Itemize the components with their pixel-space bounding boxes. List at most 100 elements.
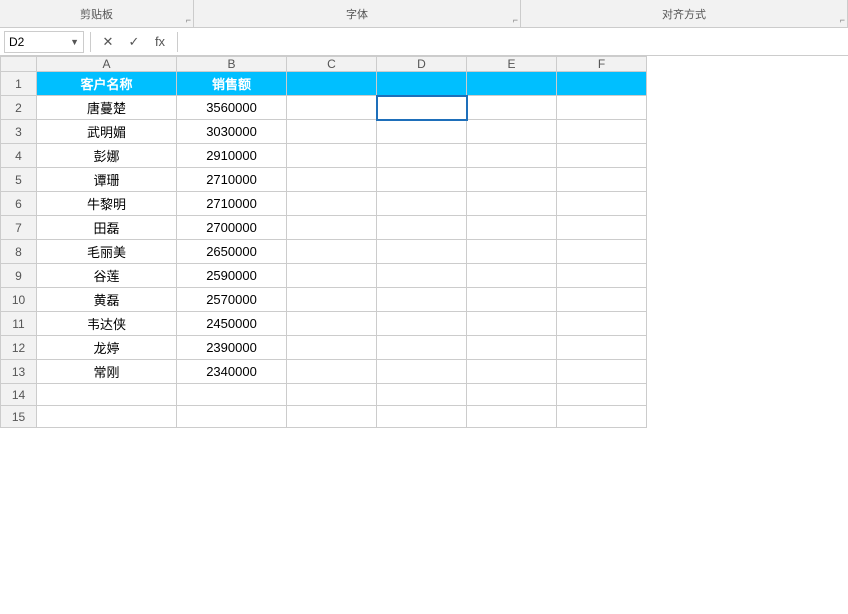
row-header-3[interactable]: 3 [1, 120, 37, 144]
cell-r1-c6[interactable] [557, 72, 647, 96]
cell-r13-c2[interactable]: 2340000 [177, 360, 287, 384]
cell-r8-c1[interactable]: 毛丽美 [37, 240, 177, 264]
row-header-5[interactable]: 5 [1, 168, 37, 192]
cell-r6-c4[interactable] [377, 192, 467, 216]
cell-r4-c4[interactable] [377, 144, 467, 168]
row-header-8[interactable]: 8 [1, 240, 37, 264]
cell-r12-c2[interactable]: 2390000 [177, 336, 287, 360]
cell-r7-c6[interactable] [557, 216, 647, 240]
row-header-4[interactable]: 4 [1, 144, 37, 168]
cell-r5-c3[interactable] [287, 168, 377, 192]
cell-r2-c2[interactable]: 3560000 [177, 96, 287, 120]
cell-r7-c1[interactable]: 田磊 [37, 216, 177, 240]
cell-r11-c6[interactable] [557, 312, 647, 336]
cell-r5-c4[interactable] [377, 168, 467, 192]
cell-r10-c5[interactable] [467, 288, 557, 312]
cell-r1-c5[interactable] [467, 72, 557, 96]
cell-r2-c1[interactable]: 唐蔓楚 [37, 96, 177, 120]
cell-r5-c5[interactable] [467, 168, 557, 192]
cell-r8-c5[interactable] [467, 240, 557, 264]
cell-r9-c2[interactable]: 2590000 [177, 264, 287, 288]
cell-r12-c5[interactable] [467, 336, 557, 360]
cell-r2-c5[interactable] [467, 96, 557, 120]
cell-r1-c1[interactable]: 客户名称 [37, 72, 177, 96]
cell-r3-c6[interactable] [557, 120, 647, 144]
col-header-d[interactable]: D [377, 57, 467, 72]
formula-input[interactable] [184, 31, 844, 53]
cell-r13-c3[interactable] [287, 360, 377, 384]
cell-r10-c3[interactable] [287, 288, 377, 312]
cell-r3-c3[interactable] [287, 120, 377, 144]
col-header-f[interactable]: F [557, 57, 647, 72]
cell-r4-c6[interactable] [557, 144, 647, 168]
cell-r9-c3[interactable] [287, 264, 377, 288]
cell-r13-c6[interactable] [557, 360, 647, 384]
row-header-11[interactable]: 11 [1, 312, 37, 336]
cell-r2-c3[interactable] [287, 96, 377, 120]
formula-confirm-button[interactable]: ✓ [123, 31, 145, 53]
col-header-e[interactable]: E [467, 57, 557, 72]
cell-r9-c6[interactable] [557, 264, 647, 288]
cell-r8-c6[interactable] [557, 240, 647, 264]
cell-r15-c2[interactable] [177, 406, 287, 428]
cell-r7-c2[interactable]: 2700000 [177, 216, 287, 240]
cell-r9-c1[interactable]: 谷莲 [37, 264, 177, 288]
cell-r10-c6[interactable] [557, 288, 647, 312]
cell-r11-c4[interactable] [377, 312, 467, 336]
cell-r10-c2[interactable]: 2570000 [177, 288, 287, 312]
cell-r3-c1[interactable]: 武明媚 [37, 120, 177, 144]
cell-r13-c4[interactable] [377, 360, 467, 384]
cell-r10-c4[interactable] [377, 288, 467, 312]
cell-r15-c3[interactable] [287, 406, 377, 428]
col-header-a[interactable]: A [37, 57, 177, 72]
cell-r13-c1[interactable]: 常刚 [37, 360, 177, 384]
cell-r15-c1[interactable] [37, 406, 177, 428]
cell-r7-c5[interactable] [467, 216, 557, 240]
cell-r11-c1[interactable]: 韦达侠 [37, 312, 177, 336]
cell-r14-c2[interactable] [177, 384, 287, 406]
row-header-9[interactable]: 9 [1, 264, 37, 288]
cell-r12-c4[interactable] [377, 336, 467, 360]
row-header-14[interactable]: 14 [1, 384, 37, 406]
cell-r2-c6[interactable] [557, 96, 647, 120]
cell-r11-c5[interactable] [467, 312, 557, 336]
cell-r14-c1[interactable] [37, 384, 177, 406]
cell-r3-c5[interactable] [467, 120, 557, 144]
cell-r6-c2[interactable]: 2710000 [177, 192, 287, 216]
cell-r15-c6[interactable] [557, 406, 647, 428]
cell-r1-c2[interactable]: 销售额 [177, 72, 287, 96]
row-header-15[interactable]: 15 [1, 406, 37, 428]
cell-r5-c6[interactable] [557, 168, 647, 192]
col-header-c[interactable]: C [287, 57, 377, 72]
cell-r4-c1[interactable]: 彭娜 [37, 144, 177, 168]
cell-r13-c5[interactable] [467, 360, 557, 384]
cell-r4-c5[interactable] [467, 144, 557, 168]
row-header-13[interactable]: 13 [1, 360, 37, 384]
cell-r6-c1[interactable]: 牛黎明 [37, 192, 177, 216]
cell-r14-c6[interactable] [557, 384, 647, 406]
cell-r8-c4[interactable] [377, 240, 467, 264]
cell-r1-c4[interactable] [377, 72, 467, 96]
cell-r14-c3[interactable] [287, 384, 377, 406]
formula-function-button[interactable]: fx [149, 31, 171, 53]
col-header-b[interactable]: B [177, 57, 287, 72]
cell-r15-c4[interactable] [377, 406, 467, 428]
cell-r5-c1[interactable]: 谭珊 [37, 168, 177, 192]
cell-r15-c5[interactable] [467, 406, 557, 428]
cell-r2-c4[interactable] [377, 96, 467, 120]
cell-r10-c1[interactable]: 黄磊 [37, 288, 177, 312]
row-header-2[interactable]: 2 [1, 96, 37, 120]
cell-r11-c3[interactable] [287, 312, 377, 336]
row-header-7[interactable]: 7 [1, 216, 37, 240]
cell-r8-c3[interactable] [287, 240, 377, 264]
cell-r9-c4[interactable] [377, 264, 467, 288]
cell-r12-c1[interactable]: 龙婷 [37, 336, 177, 360]
row-header-12[interactable]: 12 [1, 336, 37, 360]
cell-r6-c5[interactable] [467, 192, 557, 216]
row-header-10[interactable]: 10 [1, 288, 37, 312]
name-box[interactable]: D2 ▼ [4, 31, 84, 53]
cell-r14-c5[interactable] [467, 384, 557, 406]
row-header-1[interactable]: 1 [1, 72, 37, 96]
cell-r9-c5[interactable] [467, 264, 557, 288]
cell-r3-c2[interactable]: 3030000 [177, 120, 287, 144]
